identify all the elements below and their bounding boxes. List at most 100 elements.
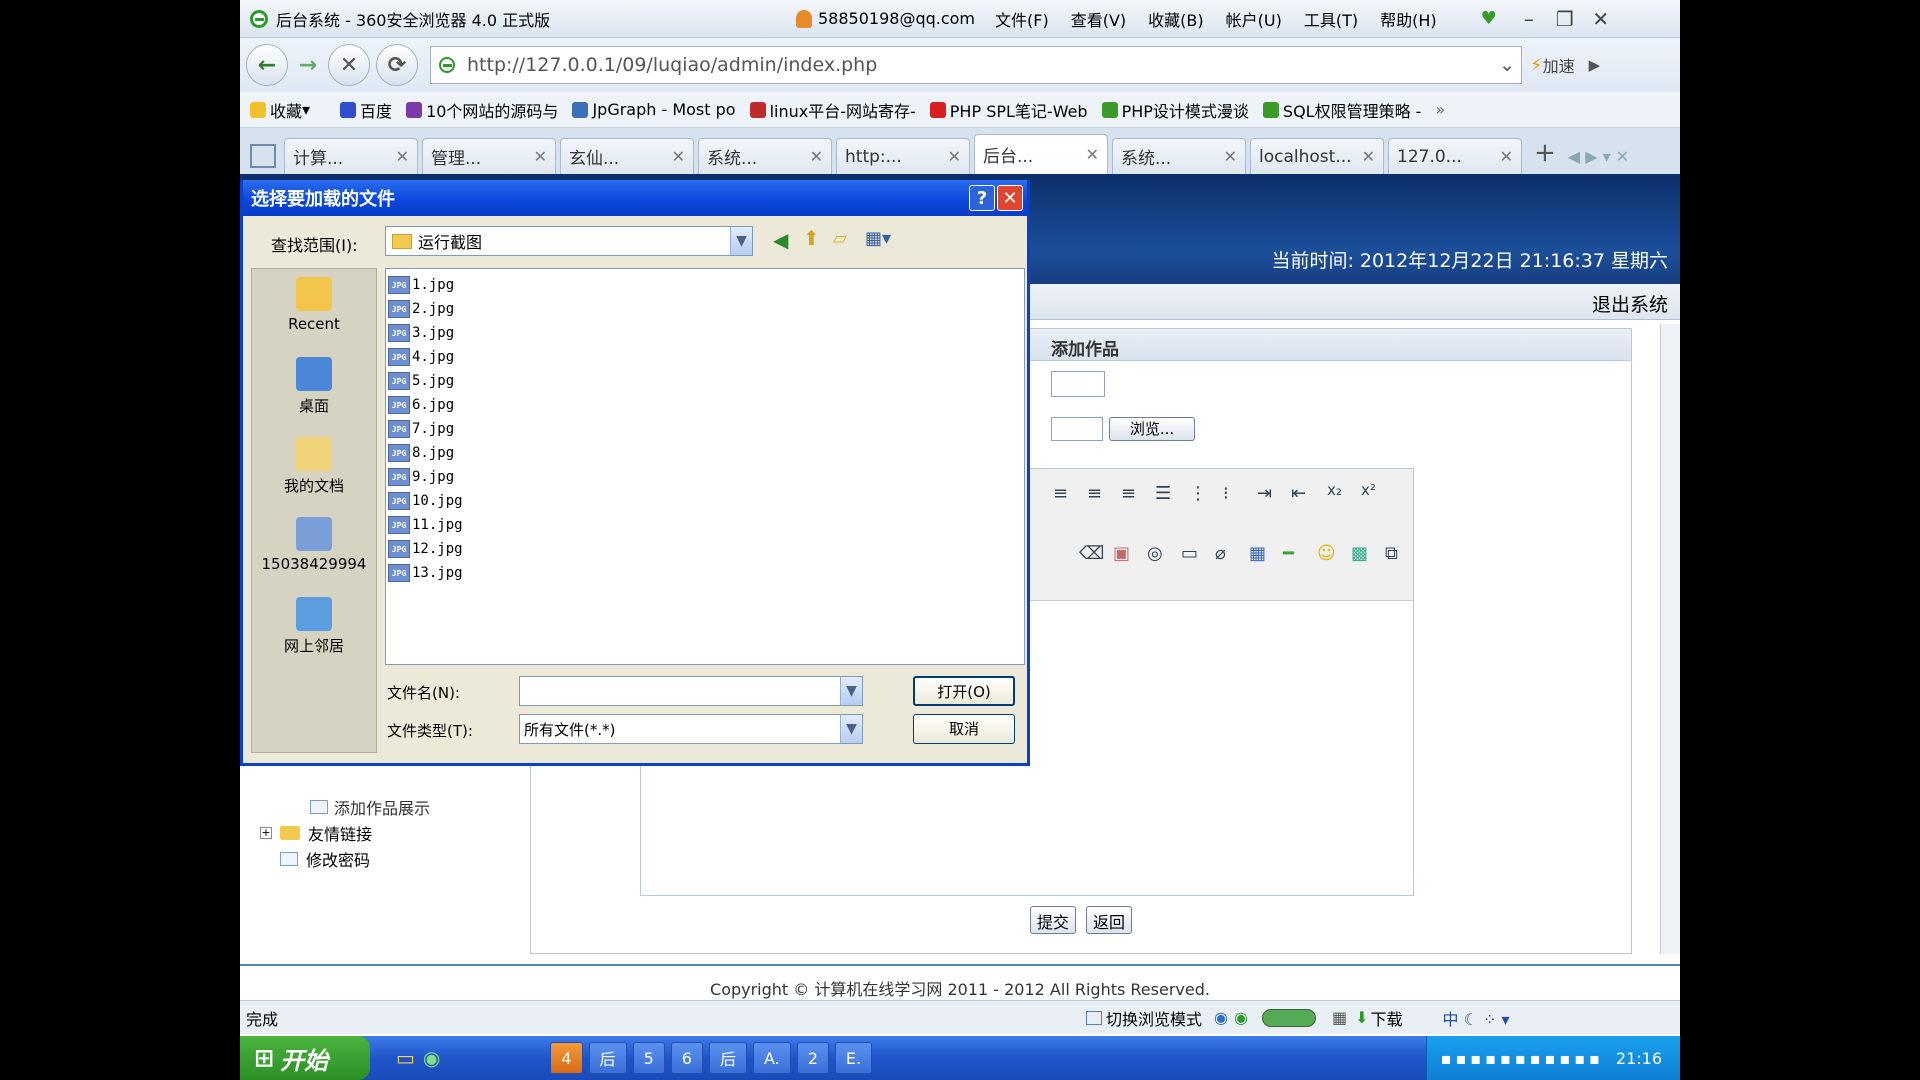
table-icon[interactable]: ▦ [1249,543,1266,564]
tab[interactable]: 系统... ✕ [698,138,832,174]
stop-icon[interactable]: ✕ [328,44,370,86]
chevron-down-icon[interactable]: ▼ [730,227,752,255]
tab[interactable]: localhost... ✕ [1250,138,1384,174]
more-bookmarks-icon[interactable]: » [1435,100,1445,119]
view-menu-icon[interactable]: ▦▾ [865,228,891,249]
logout-link[interactable]: 退出系统 [1592,290,1668,317]
open-button[interactable]: 打开(O) [913,676,1015,706]
tab[interactable]: 系统... ✕ [1112,138,1246,174]
menu-favorites[interactable]: 收藏(B) [1148,7,1203,31]
address-dropdown-icon[interactable]: ⌄ [1499,54,1515,76]
account-label[interactable]: 58850198@qq.com [818,9,975,28]
menu-help[interactable]: 帮助(H) [1380,7,1437,31]
tab[interactable]: 管理... ✕ [422,138,556,174]
speedup-button[interactable]: 加速 [1543,53,1575,77]
bookmark-favorites[interactable]: 收藏 ▾ [250,98,310,122]
taskbar-item-qq[interactable]: 4 [550,1042,583,1074]
bookmark-source[interactable]: 10个网站的源码与 [406,98,558,122]
flash-icon[interactable]: ◎ [1147,543,1163,564]
close-tab-icon[interactable]: ✕ [810,147,823,166]
browse-button[interactable]: 浏览... [1109,417,1195,441]
lookin-combo[interactable]: 运行截图 ▼ [385,226,753,256]
tab-scroll-icons[interactable]: ◀ ▶ ▾ ✕ [1568,147,1629,166]
back-button[interactable]: 返回 [1086,906,1133,934]
ime-icons[interactable]: 中 ☾ ⁘ ▾ [1443,1006,1510,1030]
ie-icon[interactable]: ◉ [1214,1008,1228,1027]
close-tab-icon[interactable]: ✕ [396,147,409,166]
chevron-down-icon[interactable]: ▼ [840,715,862,743]
taskbar-item-browser[interactable]: 后 [588,1042,627,1074]
file-item[interactable]: JPG 12.jpg [388,537,1022,561]
more-arrow-icon[interactable]: ▶ [1589,56,1601,74]
taskbar-item-dreamweaver[interactable]: A. [752,1042,791,1074]
page-scrollbar[interactable] [1660,324,1680,954]
bookmark-php-spl[interactable]: PHP SPL笔记-Web [929,98,1088,122]
taskbar-item-word[interactable]: 6 [670,1042,703,1074]
filetype-select[interactable]: 所有文件(*.*) ▼ [519,714,863,744]
align-right-icon[interactable]: ≡ [1121,483,1136,504]
menu-view[interactable]: 查看(V) [1071,7,1126,31]
bookmark-jpgraph[interactable]: JpGraph - Most po [572,100,736,119]
file-item[interactable]: JPG 6.jpg [388,393,1022,417]
back-icon[interactable]: ← [246,44,288,86]
filename-input[interactable]: ▼ [519,676,863,706]
file-path-input[interactable] [1051,417,1103,441]
close-tab-icon[interactable]: ✕ [1224,147,1237,166]
place-my-documents[interactable]: 我的文档 [252,429,376,509]
tree-item-password[interactable]: 修改密码 [260,846,430,872]
file-item[interactable]: JPG 10.jpg [388,489,1022,513]
explorer-icon[interactable]: ▭ [396,1046,415,1070]
close-window-button[interactable]: ✕ [1583,7,1619,31]
tab[interactable]: 计算... ✕ [284,138,418,174]
picture-icon[interactable]: ▩ [1351,543,1368,564]
close-tab-icon[interactable]: ✕ [672,147,685,166]
emoticon-icon[interactable]: ☺ [1317,543,1336,564]
file-item[interactable]: JPG 1.jpg [388,273,1022,297]
close-tab-icon[interactable]: ✕ [1086,145,1099,164]
taskbar-item-qq2[interactable]: 2 [796,1042,829,1074]
tab[interactable]: http:... ✕ [836,138,970,174]
bookmark-sql[interactable]: SQL权限管理策略 - [1262,98,1421,122]
align-center-icon[interactable]: ≡ [1087,483,1102,504]
hr-icon[interactable]: ━ [1283,543,1294,564]
minimize-button[interactable]: – [1511,7,1547,31]
tab[interactable]: 玄仙... ✕ [560,138,694,174]
start-button[interactable]: ⊞ 开始 [240,1036,370,1080]
download-icon[interactable]: ⬇ [1355,1008,1368,1027]
back-icon[interactable]: ◀ [773,228,788,252]
place-desktop[interactable]: 桌面 [252,349,376,429]
media-icon[interactable]: ▭ [1181,543,1198,564]
bookmark-linux[interactable]: linux平台-网站寄存- [749,98,916,122]
image-icon[interactable]: ▣ [1113,543,1130,564]
title-input[interactable] [1051,371,1105,397]
indent-icon[interactable]: ⇥ [1257,483,1272,504]
taskbar-item-admin[interactable]: 后 [708,1042,747,1074]
tab-active[interactable]: 后台... ✕ [974,134,1108,174]
align-left-icon[interactable]: ≡ [1053,483,1068,504]
dialog-close-button[interactable]: ✕ [997,185,1023,211]
address-bar[interactable]: http://127.0.0.1/09/luqiao/admin/index.p… [430,46,1522,84]
ordered-list-icon[interactable]: ⋮ [1189,483,1207,504]
menu-account[interactable]: 帐户(U) [1226,7,1282,31]
forward-icon[interactable]: → [294,44,322,86]
restore-button[interactable]: ❐ [1547,7,1583,31]
close-tab-icon[interactable]: ✕ [948,147,961,166]
file-item[interactable]: JPG 7.jpg [388,417,1022,441]
file-item[interactable]: JPG 9.jpg [388,465,1022,489]
file-item[interactable]: JPG 8.jpg [388,441,1022,465]
place-my-computer[interactable]: 15038429994 [252,509,376,589]
file-item[interactable]: JPG 13.jpg [388,561,1022,585]
security-icon[interactable]: ◉ [1234,1008,1248,1027]
menu-tools[interactable]: 工具(T) [1304,7,1358,31]
new-tab-icon[interactable]: + [1534,138,1556,168]
tray-icons[interactable]: ▪▪▪▪▪▪▪▪▪▪▪ [1441,1049,1604,1068]
refresh-icon[interactable]: ⟳ [376,44,418,86]
download-button[interactable]: 下载 [1370,1006,1402,1030]
tab[interactable]: 127.0... ✕ [1388,138,1522,174]
file-item[interactable]: JPG 5.jpg [388,369,1022,393]
place-recent[interactable]: Recent [252,269,376,349]
bookmark-php-patterns[interactable]: PHP设计模式漫谈 [1101,98,1249,122]
tree-item-add-showcase[interactable]: 添加作品展示 [260,794,430,820]
code-icon[interactable]: ⧉ [1385,543,1398,564]
eraser-icon[interactable]: ⌫ [1079,543,1104,564]
